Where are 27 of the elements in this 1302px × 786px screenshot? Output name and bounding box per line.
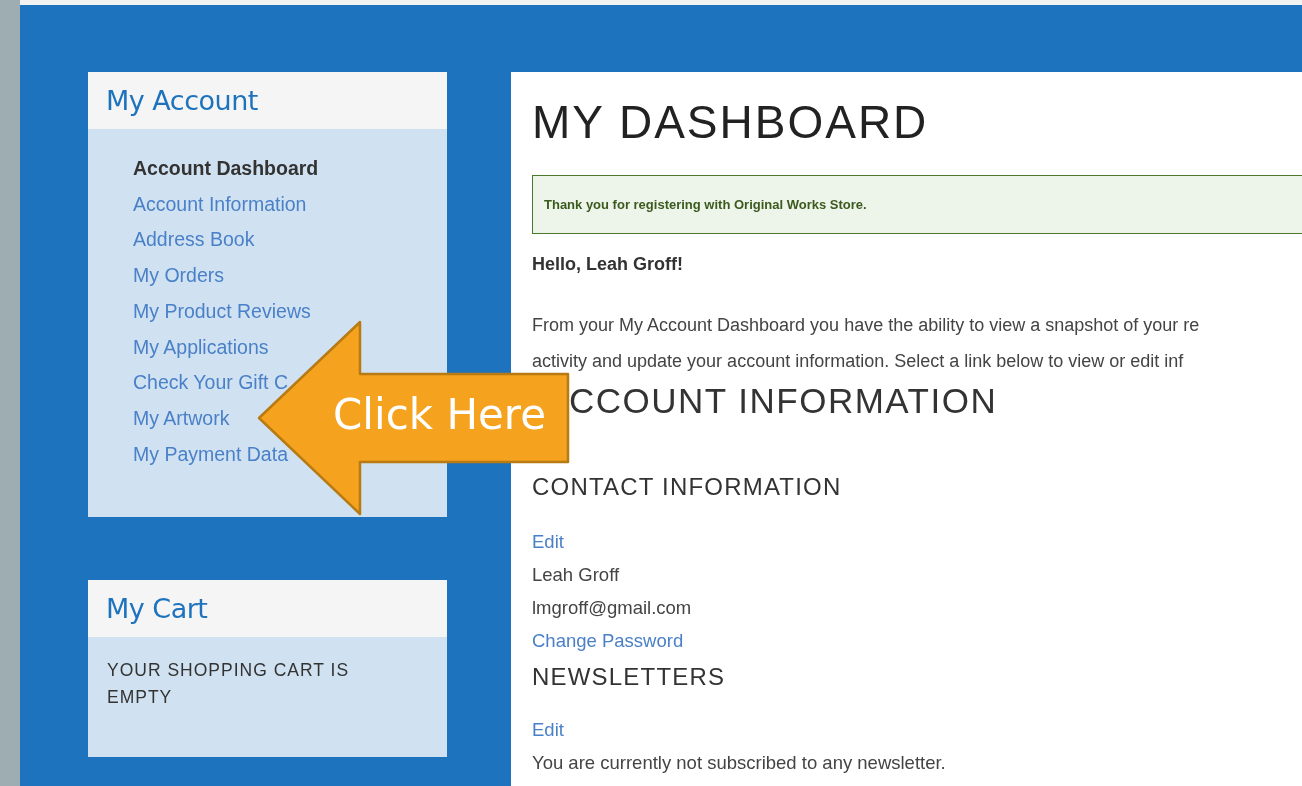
section-heading: CCOUNT INFORMATION: [568, 380, 999, 422]
section-heading: NEWSLETTERS: [532, 663, 727, 691]
page-title: MY DASHBOARD: [532, 95, 930, 150]
nav-link[interactable]: Account Dashboard: [133, 151, 319, 187]
callout-label: Click Here: [333, 390, 547, 439]
newsletter-status: You are currently not subscribed to any newsletter.: [532, 751, 946, 775]
section-heading: CONTACT INFORMATION: [532, 473, 843, 501]
panel-title: My Cart: [106, 593, 208, 624]
nav-link[interactable]: My Payment Data: [133, 436, 288, 473]
nav-link[interactable]: My Orders: [133, 258, 224, 294]
nav-link[interactable]: Address Book: [133, 222, 255, 259]
change-password-link[interactable]: Change Password: [532, 624, 684, 657]
contact-name: Leah Groff: [532, 563, 620, 587]
nav-link[interactable]: My Product Reviews: [133, 293, 311, 330]
intro-text: From your My Account Dashboard you have the ability to view a snapshot of your re: [532, 314, 1201, 337]
nav-link[interactable]: Account Information: [133, 186, 307, 223]
panel-title: My Account: [106, 85, 258, 116]
greeting: Hello, Leah Groff!: [532, 254, 684, 275]
contact-email: lmgroff@gmail.com: [532, 596, 692, 620]
nav-link[interactable]: Check Your Gift C: [133, 365, 288, 401]
intro-text: activity and update your account information. Select a link below to view or edit inf: [532, 349, 1185, 373]
edit-link[interactable]: Edit: [532, 525, 564, 558]
cart-status: YOUR SHOPPING CART IS EMPTY: [106, 659, 351, 709]
nav-link[interactable]: My Applications: [133, 329, 269, 366]
success-message: Thank you for registering with Original Works Store.: [532, 175, 1302, 234]
edit-link[interactable]: Edit: [532, 713, 564, 746]
nav-link[interactable]: My Artwork: [133, 400, 230, 437]
